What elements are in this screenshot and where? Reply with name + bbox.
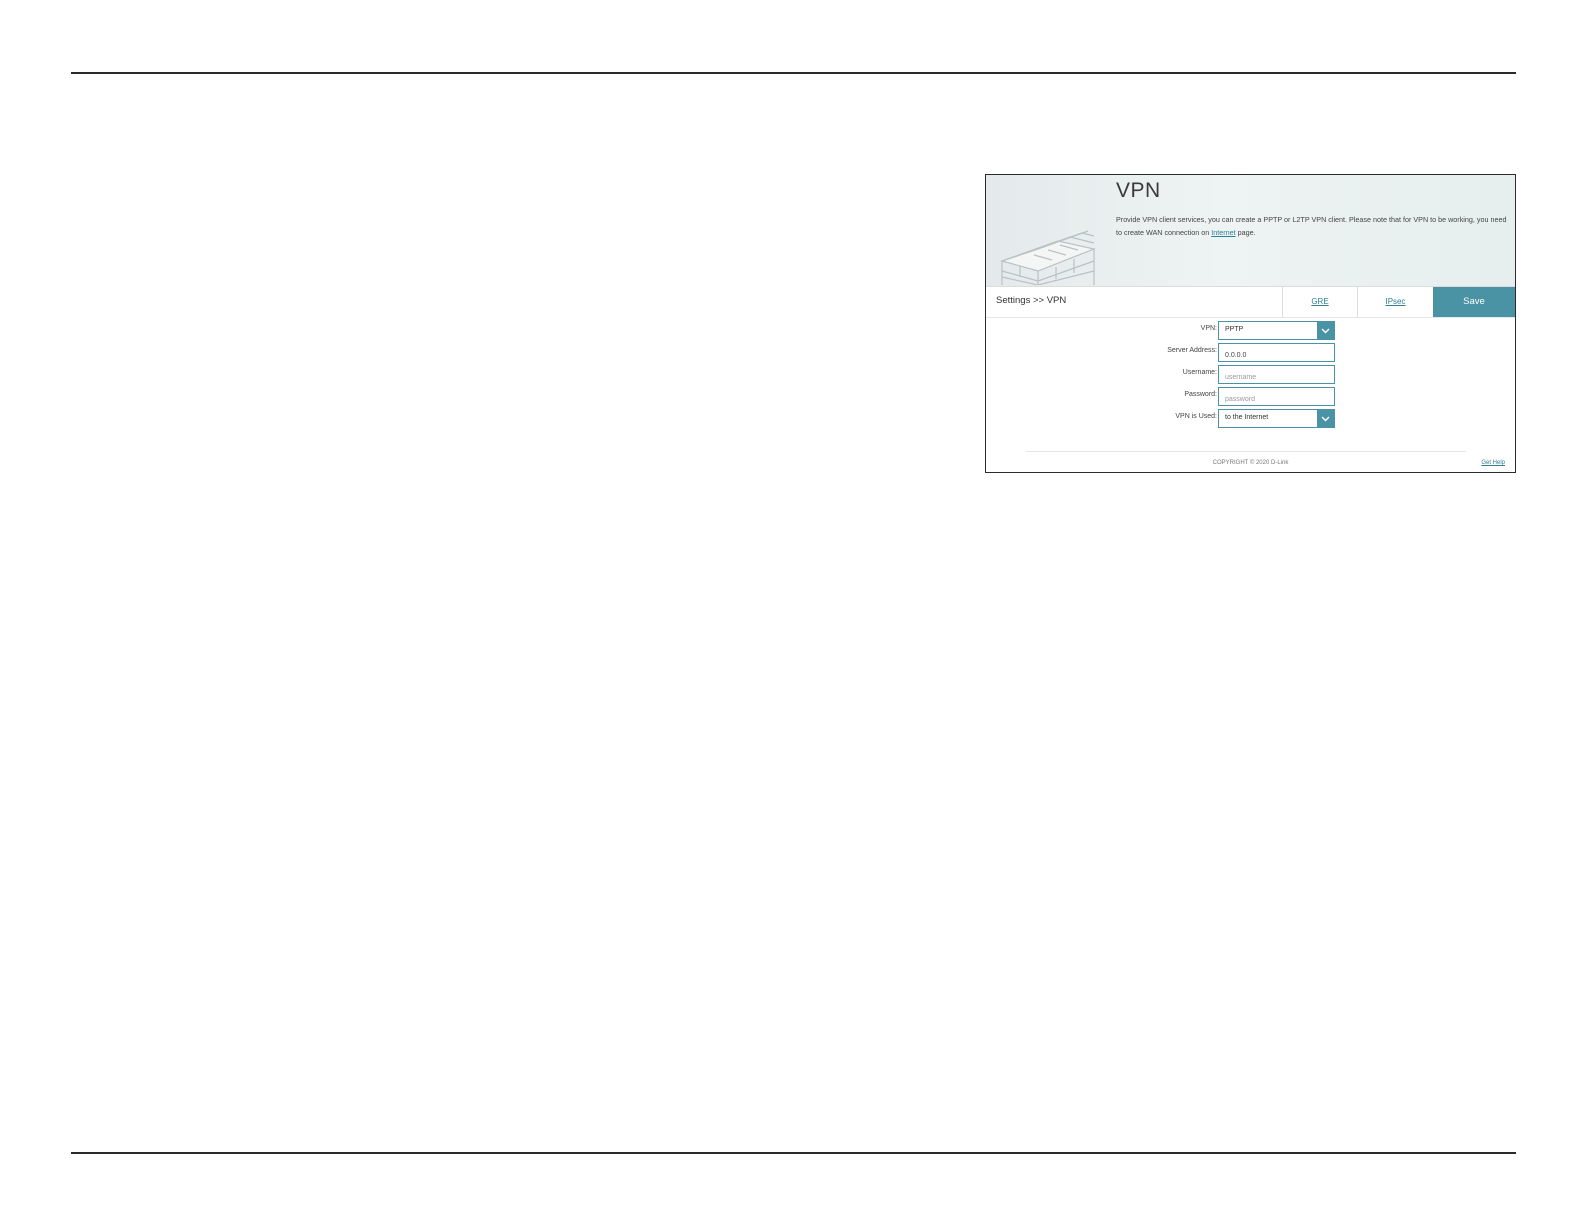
vpn-select-value: PPTP (1225, 326, 1244, 333)
vpn-settings-screenshot: VPN Provide VPN client services, you can… (985, 174, 1516, 473)
get-help-link[interactable]: Get Help (1481, 460, 1505, 466)
brick-wall-icon (1000, 230, 1097, 285)
footer-divider (1026, 451, 1466, 452)
server-address-input[interactable] (1219, 347, 1334, 364)
chevron-down-icon[interactable] (1317, 410, 1334, 427)
description-text-end: page. (1235, 228, 1256, 237)
page-banner: VPN Provide VPN client services, you can… (986, 175, 1515, 286)
settings-tabbar: Settings >> VPN GRE IPsec Save (986, 286, 1515, 318)
chevron-down-icon[interactable] (1317, 322, 1334, 339)
page-bottom-rule (71, 1152, 1516, 1154)
copyright-text: COPYRIGHT © 2020 D-Link (1212, 460, 1289, 466)
vpn-is-used-value: to the Internet (1225, 414, 1269, 421)
vpn-is-used-row: VPN is Used: to the Internet (986, 409, 1515, 428)
tab-ipsec[interactable]: IPsec (1357, 287, 1433, 317)
password-row: Password: (986, 387, 1515, 408)
password-field (1218, 387, 1335, 408)
page-description: Provide VPN client services, you can cre… (1116, 213, 1511, 239)
vpn-label: VPN: (1200, 325, 1217, 332)
internet-page-link[interactable]: Internet (1211, 228, 1235, 237)
server-address-label: Server Address: (1167, 347, 1217, 354)
vpn-row: VPN: PPTP (986, 321, 1515, 340)
breadcrumb: Settings >> VPN (996, 295, 1067, 306)
save-button[interactable]: Save (1433, 287, 1515, 317)
password-label: Password: (1184, 391, 1217, 398)
server-address-field (1218, 343, 1335, 364)
username-input[interactable] (1219, 369, 1334, 386)
page-top-rule (71, 72, 1516, 74)
tab-gre[interactable]: GRE (1282, 287, 1357, 317)
username-row: Username: (986, 365, 1515, 386)
username-field (1218, 365, 1335, 386)
vpn-select[interactable]: PPTP (1218, 321, 1335, 340)
vpn-is-used-label: VPN is Used: (1175, 413, 1217, 420)
server-address-row: Server Address: (986, 343, 1515, 364)
password-input[interactable] (1219, 391, 1334, 408)
page-title: VPN (1116, 179, 1161, 202)
description-text: Provide VPN client services, you can cre… (1116, 215, 1507, 237)
vpn-is-used-select[interactable]: to the Internet (1218, 409, 1335, 428)
username-label: Username: (1182, 369, 1217, 376)
